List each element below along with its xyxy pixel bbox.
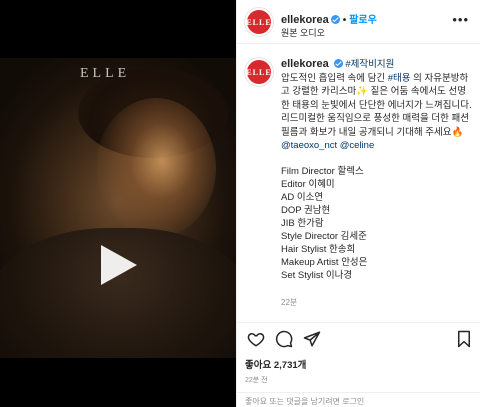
share-icon[interactable]: [303, 330, 321, 348]
heart-icon[interactable]: [247, 330, 265, 348]
credit-line: Hair Stylist 한송희: [281, 243, 356, 255]
caption-username[interactable]: ellekorea: [281, 58, 329, 70]
login-prompt-text: 좋아요 또는 댓글을 남기려면 로그인: [245, 397, 365, 406]
caption-area: ELLE ellekorea #제작비지원 압도적인 흡입력 속에 담긴 #태용…: [237, 50, 480, 320]
username-header[interactable]: ellekorea • 팔로우: [281, 11, 377, 26]
avatar[interactable]: ELLE: [245, 8, 273, 36]
hashtag-link[interactable]: #제작비지원: [345, 59, 394, 70]
credit-line: Style Director 김세준: [281, 230, 367, 242]
credit-line: Makeup Artist 안성은: [281, 256, 368, 268]
credit-line: DOP 권남현: [281, 204, 331, 216]
video-still-face: [96, 98, 216, 238]
caption-body-1: 압도적인 흡입력 속에 담긴: [281, 72, 388, 84]
original-audio-link[interactable]: 원본 오디오: [281, 26, 325, 39]
bookmark-icon[interactable]: [455, 330, 473, 348]
post-timestamp[interactable]: 22분 전: [245, 375, 268, 385]
elle-watermark: ELLE: [80, 66, 131, 81]
credit-line: JIB 한가람: [281, 217, 324, 229]
caption-timestamp[interactable]: 22분: [281, 296, 473, 310]
video-player[interactable]: ELLE: [0, 58, 236, 358]
play-icon[interactable]: [97, 243, 139, 287]
caption-verified-icon: [333, 59, 343, 68]
comment-icon[interactable]: [275, 330, 293, 348]
credit-line: Film Director 할렉스: [281, 165, 364, 177]
credit-line: AD 이소연: [281, 191, 324, 203]
caption-avatar-logo-text: ELLE: [246, 67, 272, 77]
credit-line: Set Stylist 이나경: [281, 269, 353, 281]
post-header: ELLE ellekorea • 팔로우 원본 오디오 •••: [237, 0, 480, 44]
likes-count[interactable]: 좋아요 2,731개: [245, 357, 306, 371]
verified-icon: [330, 15, 340, 24]
mention-celine-link[interactable]: @celine: [340, 140, 374, 151]
more-options-icon[interactable]: •••: [452, 12, 469, 27]
username-link[interactable]: ellekorea: [281, 14, 329, 26]
login-prompt: 좋아요 또는 댓글을 남기려면 로그인: [237, 392, 480, 407]
credit-line: Editor 이혜미: [281, 178, 335, 190]
post-panel: ELLE ellekorea • 팔로우 원본 오디오 ••• ELLE ellek…: [236, 0, 480, 407]
credits-list: Film Director 할렉스 Editor 이혜미 AD 이소연 DOP …: [281, 165, 473, 282]
media-panel: ELLE: [0, 0, 236, 407]
mention-taeoxo-link[interactable]: @taeoxo_nct: [281, 140, 337, 151]
follow-button[interactable]: 팔로우: [349, 15, 377, 26]
separator-dot: •: [342, 15, 347, 26]
avatar-logo-text: ELLE: [246, 17, 272, 27]
caption-text: ellekorea #제작비지원 압도적인 흡입력 속에 담긴 #태용 의 자유…: [281, 58, 473, 309]
caption-avatar[interactable]: ELLE: [245, 58, 273, 86]
hashtag-taeyong-link[interactable]: #태용: [388, 73, 411, 84]
action-bar: [237, 322, 480, 354]
